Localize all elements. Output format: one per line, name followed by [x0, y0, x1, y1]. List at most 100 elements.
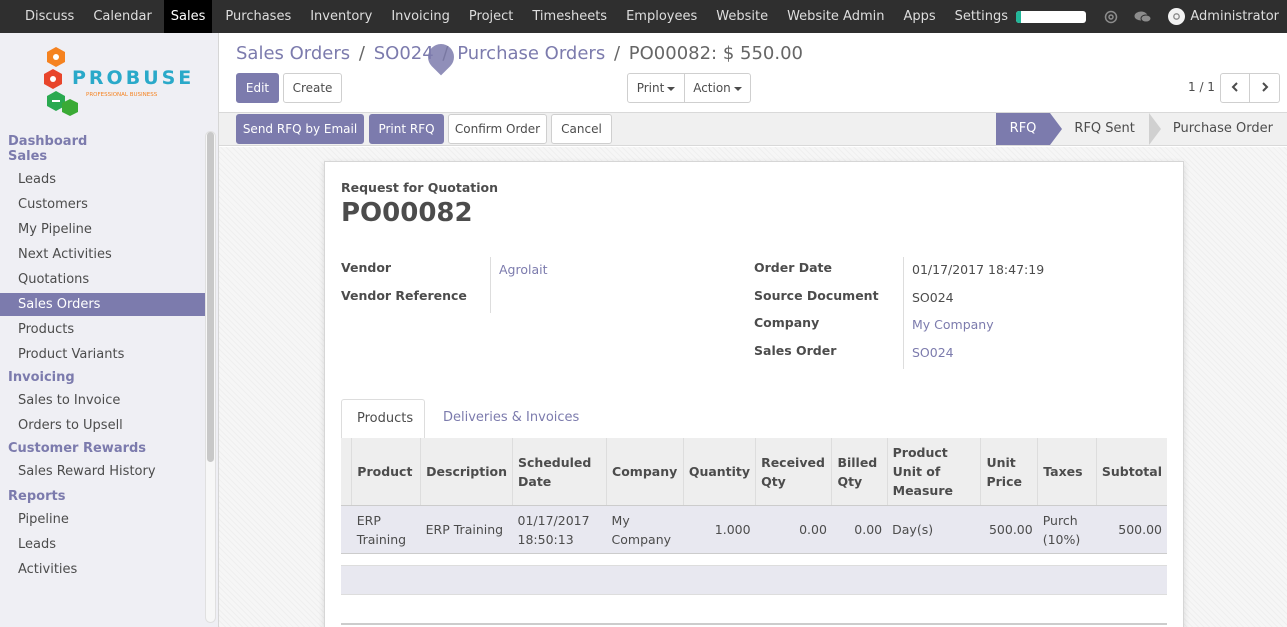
- sidebar-heading-sales[interactable]: Sales: [0, 149, 205, 164]
- cell-description[interactable]: ERP Training: [420, 505, 513, 554]
- breadcrumb-separator: /: [613, 43, 621, 64]
- column-header-company[interactable]: Company: [606, 438, 684, 506]
- field-divider: [903, 257, 904, 369]
- breadcrumb-sales-orders[interactable]: Sales Orders: [236, 43, 350, 64]
- column-header-subtotal[interactable]: Subtotal: [1096, 438, 1167, 506]
- cancel-button[interactable]: Cancel: [551, 114, 612, 144]
- breadcrumb-so024[interactable]: SO024: [374, 43, 434, 64]
- menu-purchases[interactable]: Purchases: [215, 0, 300, 33]
- sidebar-item-customers[interactable]: Customers: [0, 193, 205, 216]
- action-dropdown[interactable]: Action: [684, 73, 751, 103]
- column-header-billed-qty[interactable]: Billed Qty: [831, 438, 888, 506]
- breadcrumb-purchase-orders[interactable]: Purchase Orders: [457, 43, 605, 64]
- vendor-field[interactable]: Agrolait: [499, 262, 548, 277]
- sidebar-item-sales-reward-history[interactable]: Sales Reward History: [0, 460, 205, 483]
- menu-apps[interactable]: Apps: [893, 0, 944, 33]
- sidebar-item-quotations[interactable]: Quotations: [0, 268, 205, 291]
- table-row[interactable]: ERP Training ERP Training 01/17/2017 18:…: [341, 505, 1167, 554]
- create-button[interactable]: Create: [283, 73, 342, 103]
- menu-sales[interactable]: Sales: [163, 0, 213, 33]
- empty-table-row[interactable]: [341, 565, 1167, 595]
- cell-quantity[interactable]: 1.000: [683, 505, 756, 554]
- scrollbar-thumb[interactable]: [207, 132, 214, 462]
- cell-company[interactable]: My Company: [606, 505, 684, 554]
- column-header-product[interactable]: Product: [351, 438, 422, 506]
- menu-discuss[interactable]: Discuss: [15, 0, 83, 33]
- cell-unit-of-measure[interactable]: Day(s): [887, 505, 981, 554]
- document-subtitle: Request for Quotation: [341, 180, 499, 195]
- sidebar-menu: Dashboard Sales Leads Customers My Pipel…: [0, 131, 205, 583]
- cell-taxes[interactable]: Purch (10%): [1037, 505, 1097, 554]
- stage-purchase-order[interactable]: Purchase Order: [1149, 113, 1287, 145]
- company-field[interactable]: My Company: [912, 317, 994, 332]
- sidebar-heading-reports[interactable]: Reports: [0, 489, 205, 504]
- sidebar-item-report-activities[interactable]: Activities: [0, 558, 205, 581]
- tab-products[interactable]: Products: [341, 399, 425, 439]
- sidebar-item-leads[interactable]: Leads: [0, 168, 205, 191]
- stage-rfq[interactable]: RFQ: [995, 113, 1063, 145]
- column-header-unit-of-measure[interactable]: Product Unit of Measure: [887, 438, 982, 506]
- tab-deliveries-invoices[interactable]: Deliveries & Invoices: [428, 399, 594, 439]
- send-rfq-email-button[interactable]: Send RFQ by Email: [236, 114, 364, 144]
- cell-billed-qty[interactable]: 0.00: [831, 505, 888, 554]
- menu-website[interactable]: Website: [706, 0, 777, 33]
- cell-product[interactable]: ERP Training: [351, 505, 421, 554]
- order-lines-table: Product Description Scheduled Date Compa…: [341, 438, 1167, 554]
- pager-next-button[interactable]: [1249, 73, 1280, 103]
- field-divider: [490, 257, 491, 313]
- action-label: Action: [693, 81, 731, 95]
- pager-value[interactable]: 1 / 1: [1188, 80, 1215, 94]
- sidebar-item-report-pipeline[interactable]: Pipeline: [0, 508, 205, 531]
- edit-button[interactable]: Edit: [236, 73, 279, 103]
- sidebar-item-orders-to-upsell[interactable]: Orders to Upsell: [0, 414, 205, 437]
- sidebar-item-report-leads[interactable]: Leads: [0, 533, 205, 556]
- chevron-left-icon: [1231, 82, 1238, 92]
- menu-website-admin[interactable]: Website Admin: [777, 0, 893, 33]
- cell-subtotal[interactable]: 500.00: [1096, 505, 1167, 554]
- chevron-down-icon: [733, 86, 742, 91]
- menu-timesheets[interactable]: Timesheets: [522, 0, 616, 33]
- print-dropdown[interactable]: Print: [627, 73, 685, 103]
- print-rfq-button[interactable]: Print RFQ: [369, 114, 444, 144]
- sidebar-heading-invoicing[interactable]: Invoicing: [0, 370, 205, 385]
- user-menu[interactable]: Administrator: [1168, 8, 1279, 25]
- sidebar-item-my-pipeline[interactable]: My Pipeline: [0, 218, 205, 241]
- document-title: PO00082: [341, 198, 473, 228]
- company-logo: PROBUSE PROFESSIONAL BUSINESS: [40, 45, 191, 121]
- cell-received-qty[interactable]: 0.00: [755, 505, 832, 554]
- menu-calendar[interactable]: Calendar: [83, 0, 160, 33]
- table-header-row: Product Description Scheduled Date Compa…: [341, 438, 1167, 506]
- sidebar-scrollbar[interactable]: [205, 131, 216, 623]
- mention-icon[interactable]: [1104, 10, 1118, 24]
- chat-icon[interactable]: [1134, 10, 1152, 24]
- column-header-description[interactable]: Description: [420, 438, 514, 506]
- sidebar-item-next-activities[interactable]: Next Activities: [0, 243, 205, 266]
- menu-employees[interactable]: Employees: [616, 0, 706, 33]
- cell-scheduled-date[interactable]: 01/17/2017 18:50:13: [512, 505, 607, 554]
- sidebar-item-sales-to-invoice[interactable]: Sales to Invoice: [0, 389, 205, 412]
- top-navbar: Discuss Calendar Sales Purchases Invento…: [0, 0, 1287, 33]
- systray: Administrator: [1016, 0, 1287, 33]
- sidebar-item-sales-orders[interactable]: Sales Orders: [0, 293, 205, 316]
- sidebar-item-products[interactable]: Products: [0, 318, 205, 341]
- menu-settings[interactable]: Settings: [945, 0, 1017, 33]
- column-header-unit-price[interactable]: Unit Price: [980, 438, 1039, 506]
- column-header-scheduled-date[interactable]: Scheduled Date: [512, 438, 608, 506]
- pager-previous-button[interactable]: [1220, 73, 1250, 103]
- menu-inventory[interactable]: Inventory: [300, 0, 381, 33]
- confirm-order-button[interactable]: Confirm Order: [448, 114, 547, 144]
- cell-unit-price[interactable]: 500.00: [980, 505, 1038, 554]
- column-header-taxes[interactable]: Taxes: [1037, 438, 1097, 506]
- menu-invoicing[interactable]: Invoicing: [381, 0, 459, 33]
- menu-project[interactable]: Project: [459, 0, 522, 33]
- stage-rfq-sent[interactable]: RFQ Sent: [1050, 113, 1161, 145]
- sidebar-item-product-variants[interactable]: Product Variants: [0, 343, 205, 366]
- sidebar-heading-customer-rewards[interactable]: Customer Rewards: [0, 441, 205, 456]
- source-document-field[interactable]: SO024: [912, 290, 954, 305]
- sales-order-field[interactable]: SO024: [912, 345, 954, 360]
- progress-bar[interactable]: [1016, 10, 1087, 23]
- column-header-quantity[interactable]: Quantity: [683, 438, 757, 506]
- order-date-field[interactable]: 01/17/2017 18:47:19: [912, 262, 1044, 277]
- column-header-received-qty[interactable]: Received Qty: [755, 438, 833, 506]
- sidebar-heading-dashboard[interactable]: Dashboard: [0, 134, 205, 149]
